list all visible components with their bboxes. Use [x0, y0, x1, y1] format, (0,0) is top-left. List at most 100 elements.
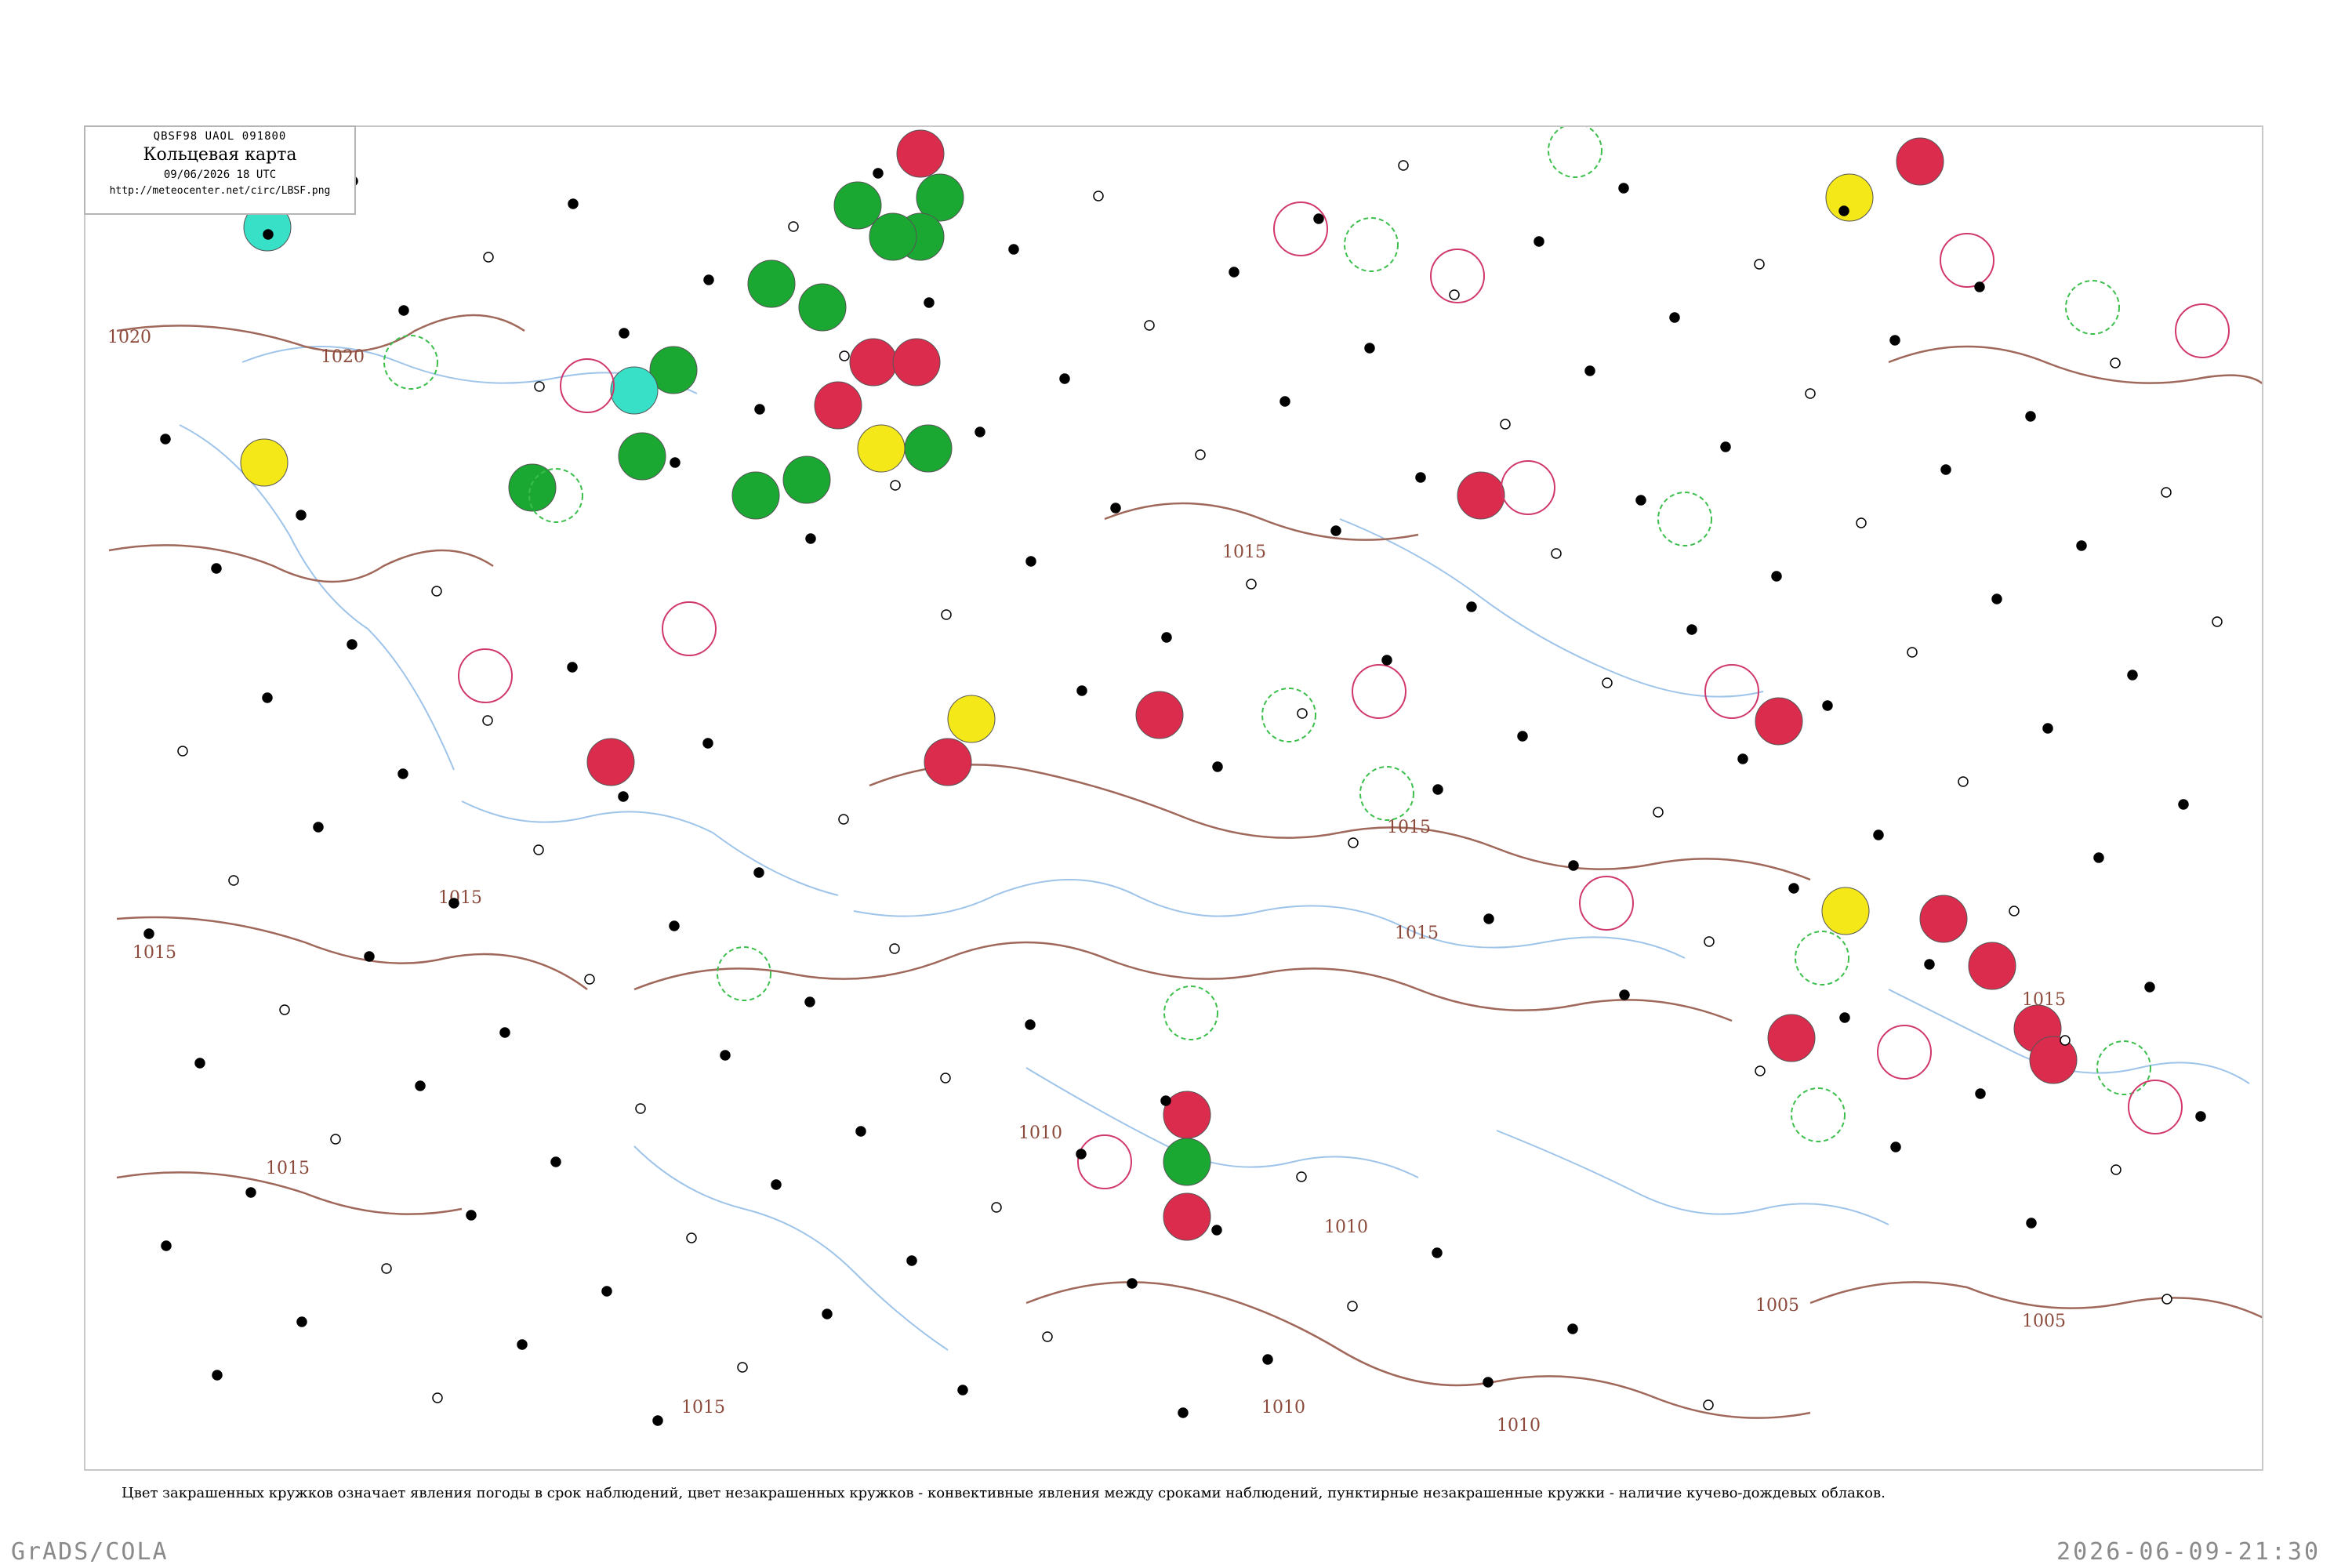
station-dot [1584, 365, 1595, 376]
station-dot [1534, 236, 1544, 247]
station-dot [1347, 1301, 1358, 1312]
station-dot [720, 1050, 731, 1061]
station-dot [584, 974, 595, 985]
isobar-label: 1015 [681, 1398, 725, 1417]
station-ring-marker [458, 648, 513, 703]
station-filled-marker [731, 471, 780, 520]
station-filled-marker [618, 432, 666, 481]
station-dot [1703, 1399, 1714, 1410]
station-filled-marker [892, 338, 941, 387]
station-dot [991, 1202, 1002, 1213]
isobar-label: 1010 [1497, 1416, 1541, 1436]
station-ring-marker [1352, 664, 1406, 719]
station-filled-marker [857, 424, 906, 473]
station-dot [2025, 411, 2036, 422]
station-dot [448, 898, 459, 909]
station-dot [2127, 670, 2138, 681]
station-dot [754, 404, 765, 415]
station-ring-marker [1940, 233, 1994, 288]
station-dot [2212, 616, 2223, 627]
station-dot [483, 252, 494, 263]
station-dot [804, 996, 815, 1007]
isobar-labels: 1020 1020 1015 1015 1015 1015 1015 1015 … [107, 328, 2066, 1436]
station-dot [1059, 373, 1070, 384]
station-filled-marker [1163, 1138, 1211, 1186]
station-dot [618, 791, 629, 802]
station-dot [1348, 837, 1359, 848]
station-dot [1975, 1088, 1986, 1099]
station-dot [873, 168, 884, 179]
station-ring-marker [1548, 127, 1602, 178]
station-dot [2111, 1164, 2122, 1175]
station-dot [1602, 677, 1613, 688]
station-ring-marker [662, 601, 717, 656]
station-dot [1788, 883, 1799, 894]
station-dot [1364, 343, 1375, 354]
station-ring-marker [1579, 876, 1634, 931]
station-ring-marker [560, 358, 615, 413]
station-dot [2060, 1035, 2071, 1046]
station-dot [567, 662, 578, 673]
map-source-url[interactable]: http://meteocenter.net/circ/LBSF.png [85, 185, 354, 197]
station-dot [652, 1415, 663, 1426]
station-dot [1381, 655, 1392, 666]
station-dot [1415, 472, 1426, 483]
isobars [108, 314, 2262, 1419]
isobar-label: 1020 [107, 328, 151, 347]
station-filled-marker [1896, 137, 1944, 186]
station-dot [1619, 989, 1630, 1000]
station-dot [1838, 205, 1849, 216]
station-filled-marker [610, 366, 659, 415]
station-dot [194, 1058, 205, 1069]
station-dot [1991, 593, 2002, 604]
station-filled-marker [1755, 697, 1803, 746]
station-dot [1279, 396, 1290, 407]
station-dot [568, 198, 579, 209]
station-dot [1517, 731, 1528, 742]
station-dot [296, 510, 307, 521]
station-dot [1160, 1095, 1171, 1106]
station-dot [1398, 160, 1409, 171]
station-filled-marker [924, 738, 972, 786]
station-dot [2110, 358, 2121, 368]
station-dot [1330, 525, 1341, 536]
station-dot [702, 738, 713, 749]
isobar-label: 1015 [266, 1159, 310, 1178]
station-dot [1449, 289, 1460, 300]
station-dot [1974, 281, 1985, 292]
station-dot [1076, 1149, 1087, 1160]
station-dot [1195, 449, 1206, 460]
station-dot [1483, 913, 1494, 924]
station-dot [940, 1073, 951, 1083]
weather-map: 1020 1020 1015 1015 1015 1015 1015 1015 … [107, 127, 2262, 1436]
station-filled-marker [240, 438, 289, 487]
station-ring-marker [1261, 688, 1316, 742]
station-ring-marker [2175, 303, 2230, 358]
footer-timestamp: 2026-06-09-21:30 [2056, 1538, 2321, 1566]
station-dot [1093, 191, 1104, 201]
station-dot [601, 1286, 612, 1297]
station-dot [2161, 1294, 2172, 1305]
station-dot [957, 1385, 968, 1396]
footer-software-label: GrADS/COLA [11, 1538, 169, 1566]
station-dot [161, 1240, 172, 1251]
station-filled-marker [1135, 691, 1184, 739]
station-dot [805, 533, 816, 544]
station-dot [1755, 1065, 1766, 1076]
station-dot [1246, 579, 1257, 590]
station-dot [517, 1339, 528, 1350]
station-dot [737, 1362, 748, 1373]
station-dot [1771, 571, 1782, 582]
map-title: Кольцевая карта [143, 145, 297, 165]
station-dot [466, 1210, 477, 1221]
station-filled-marker [849, 338, 898, 387]
station-dot [2093, 852, 2104, 863]
station-dot [2144, 982, 2155, 993]
station-dot [1110, 503, 1121, 514]
station-dot [1466, 601, 1477, 612]
station-filled-marker [1457, 471, 1505, 520]
station-dot [1805, 388, 1816, 399]
station-dot [771, 1179, 782, 1190]
station-filled-marker [1767, 1014, 1816, 1062]
station-dot [924, 297, 935, 308]
